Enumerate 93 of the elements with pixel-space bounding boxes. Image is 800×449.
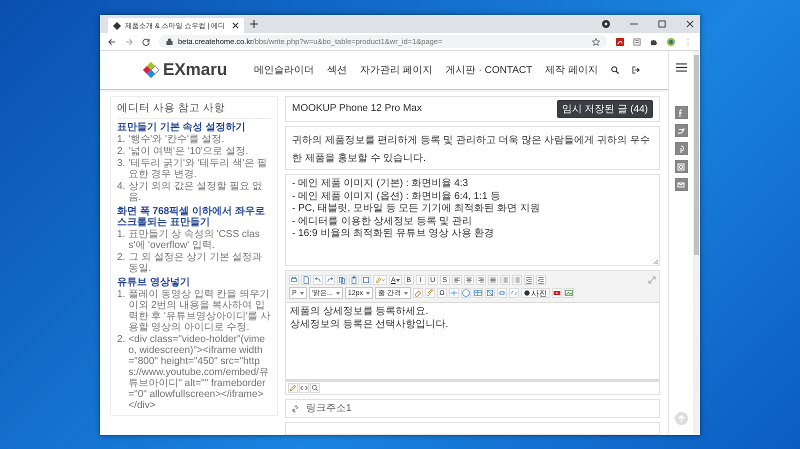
maximize-icon[interactable] bbox=[658, 20, 666, 28]
profile-icon[interactable] bbox=[667, 38, 675, 46]
caret-icon bbox=[396, 278, 400, 282]
instruction-text: '넓이 여백'은 '10'으로 설정. bbox=[128, 146, 248, 157]
caret-icon bbox=[404, 292, 408, 294]
undo-icon[interactable] bbox=[313, 275, 323, 285]
camera-icon[interactable] bbox=[674, 160, 688, 173]
feature-line: - 에디터를 이용한 상세정보 등록 및 관리 bbox=[292, 216, 473, 228]
table-icon[interactable] bbox=[472, 288, 483, 298]
item-number: 3. bbox=[117, 158, 126, 171]
item-number: 2. bbox=[117, 146, 126, 157]
video-play-icon[interactable] bbox=[552, 288, 562, 298]
nav-link[interactable]: 게시판 · CONTACT bbox=[446, 63, 532, 77]
image-icon[interactable] bbox=[564, 288, 574, 298]
pdf-icon[interactable] bbox=[616, 38, 624, 46]
diamond-logo-icon bbox=[142, 61, 160, 79]
code-icon[interactable] bbox=[299, 383, 309, 393]
box-icon[interactable] bbox=[484, 288, 495, 298]
print-icon[interactable] bbox=[289, 275, 299, 285]
menu-icon[interactable] bbox=[676, 63, 686, 72]
sidebar-title: 에디터 사용 참고 사항 bbox=[117, 101, 271, 119]
features-textarea[interactable]: - 메인 제품 이미지 (기본) : 화면비율 4:3 - 메인 제품 이미지 (옵션) : 화면비율 6:4, 1:1 등 - PC, 태블릿, 모바일 등 모든 기기에 최적화된 화면 지원 - 에디터를 이용한 상세정보 등록 및 관리 - 16:9 비율의 최적화된 유튜브 영상 사용 환경 bbox=[285, 174, 660, 266]
link-icon[interactable] bbox=[496, 288, 507, 298]
paste-icon[interactable] bbox=[349, 275, 359, 285]
logout-icon[interactable] bbox=[632, 66, 640, 74]
editor-line: 상세정보의 등록은 선택사항입니다. bbox=[290, 318, 450, 331]
item-number: 1. bbox=[117, 229, 126, 242]
caret-icon bbox=[300, 292, 304, 294]
item-number: 2. bbox=[117, 252, 126, 265]
outdent-icon[interactable] bbox=[536, 275, 546, 285]
caret-icon bbox=[336, 292, 340, 294]
link-field[interactable]: 링크주소1 bbox=[285, 399, 660, 418]
page-icon[interactable] bbox=[301, 275, 311, 285]
lock-icon bbox=[166, 38, 173, 45]
section-heading: 유튜브 영상넣기 bbox=[117, 277, 191, 288]
feature-line: - 16:9 비율의 최적화된 유튜브 영상 사용 환경 bbox=[292, 228, 496, 240]
indent-icon[interactable] bbox=[524, 275, 534, 285]
record-icon[interactable] bbox=[602, 20, 610, 28]
item-number: 1. bbox=[117, 289, 126, 302]
next-field[interactable] bbox=[285, 422, 660, 435]
olist-icon[interactable] bbox=[500, 275, 510, 285]
reload-icon[interactable] bbox=[142, 38, 150, 46]
feature-line: - PC, 태블릿, 모바일 등 모든 기기에 최적화된 화면 지원 bbox=[292, 203, 541, 216]
copy-icon[interactable] bbox=[337, 275, 347, 285]
nav-link[interactable]: 메인슬라이더 bbox=[254, 63, 314, 77]
ulist-icon[interactable] bbox=[512, 275, 522, 285]
back-arrow-icon[interactable] bbox=[108, 38, 116, 46]
link-icon bbox=[292, 404, 300, 412]
instruction-text: 그 외 설정은 상기 기본 설정과 동일. bbox=[128, 252, 264, 274]
reader-icon[interactable] bbox=[633, 38, 641, 46]
center-icon[interactable] bbox=[464, 275, 474, 285]
justify-icon[interactable] bbox=[488, 275, 498, 285]
camera-icon bbox=[524, 290, 530, 296]
resize-grip-icon[interactable] bbox=[653, 259, 658, 264]
nav-link[interactable]: 제작 페이지 bbox=[545, 63, 598, 77]
feature-line: - 메인 제품 이미지 (기본) : 화면비율 4:3 bbox=[292, 178, 470, 190]
item-number: 4. bbox=[117, 181, 126, 194]
scrollbar-thumb[interactable] bbox=[694, 55, 699, 255]
left-icon[interactable] bbox=[452, 275, 462, 285]
nav-link[interactable]: 자가관리 페이지 bbox=[360, 63, 433, 77]
brush-icon[interactable] bbox=[424, 288, 435, 298]
instruction-text: '행수'와 '칸수'를 설정. bbox=[128, 134, 224, 145]
close-window-icon[interactable] bbox=[686, 20, 694, 28]
instruction-text: 표만들기 상 속성의 'CSS class'에 'overflow' 입력. bbox=[128, 229, 261, 251]
section-heading: 화면 폭 768픽셀 이하에서 좌우로 스크롤되는 표만들기 bbox=[117, 206, 266, 228]
puzzle-icon[interactable] bbox=[650, 38, 658, 46]
item-number: 2. bbox=[117, 334, 126, 347]
instruction-text: '테두리 굵기'와 '테두리 색'은 필요한 경우 변경. bbox=[128, 158, 268, 180]
instruction-text: 상기 외의 값은 설정할 필요 없음. bbox=[128, 181, 264, 203]
close-icon[interactable] bbox=[232, 22, 239, 29]
drafts-button[interactable]: 임시 저장된 글 (44) bbox=[556, 100, 653, 118]
diamond-icon bbox=[113, 22, 121, 30]
search-icon[interactable] bbox=[611, 66, 619, 74]
summary-field[interactable]: 귀하의 제품정보를 편리하게 등록 및 관리하고 더욱 많은 사람들에게 귀하의 우수한 제품을 홍보할 수 있습니다. bbox=[285, 126, 660, 170]
star-icon[interactable] bbox=[592, 38, 600, 46]
section-heading: 표만들기 기본 속성 설정하기 bbox=[117, 122, 246, 133]
site-logo[interactable]: EXmaru bbox=[163, 60, 228, 80]
editor-line: 제품의 상세정보를 등록하세요. bbox=[290, 306, 430, 318]
feature-line: - 메인 제품 이미지 (옵션) : 화면비율 6:4, 1:1 등 bbox=[292, 190, 502, 203]
caret-icon bbox=[366, 292, 370, 294]
photo-button[interactable]: 사진 bbox=[520, 288, 550, 298]
nav-link[interactable]: 섹션 bbox=[326, 63, 347, 77]
instruction-text: 플레이 동영상 입력 칸을 띄우기 이외 2번의 내용을 복사하여 입력한 후 '유튜브영상아이디'를 사용할 영상의 아이디로 수정. bbox=[128, 289, 271, 333]
instruction-text: <div class="video-holder"(vimeo, widescreen)"><iframe width="800" height="450" src="https://www.youtube.com/embed/유튜브아이디" alt="" frameborder="0" allowfullscreen></iframe></div> bbox=[128, 334, 270, 411]
item-number: 1. bbox=[117, 134, 126, 145]
mail-icon[interactable] bbox=[674, 178, 688, 191]
subject-field[interactable]: MOOKUP Phone 12 Pro Max 임시 저장된 글 (44) bbox=[285, 96, 660, 122]
right-icon[interactable] bbox=[476, 275, 486, 285]
eraser-icon[interactable] bbox=[412, 288, 423, 298]
pencil-icon[interactable] bbox=[288, 383, 298, 393]
new-tab-icon[interactable] bbox=[250, 20, 258, 28]
letter-f-icon[interactable] bbox=[674, 106, 688, 119]
redo-icon[interactable] bbox=[325, 275, 335, 285]
